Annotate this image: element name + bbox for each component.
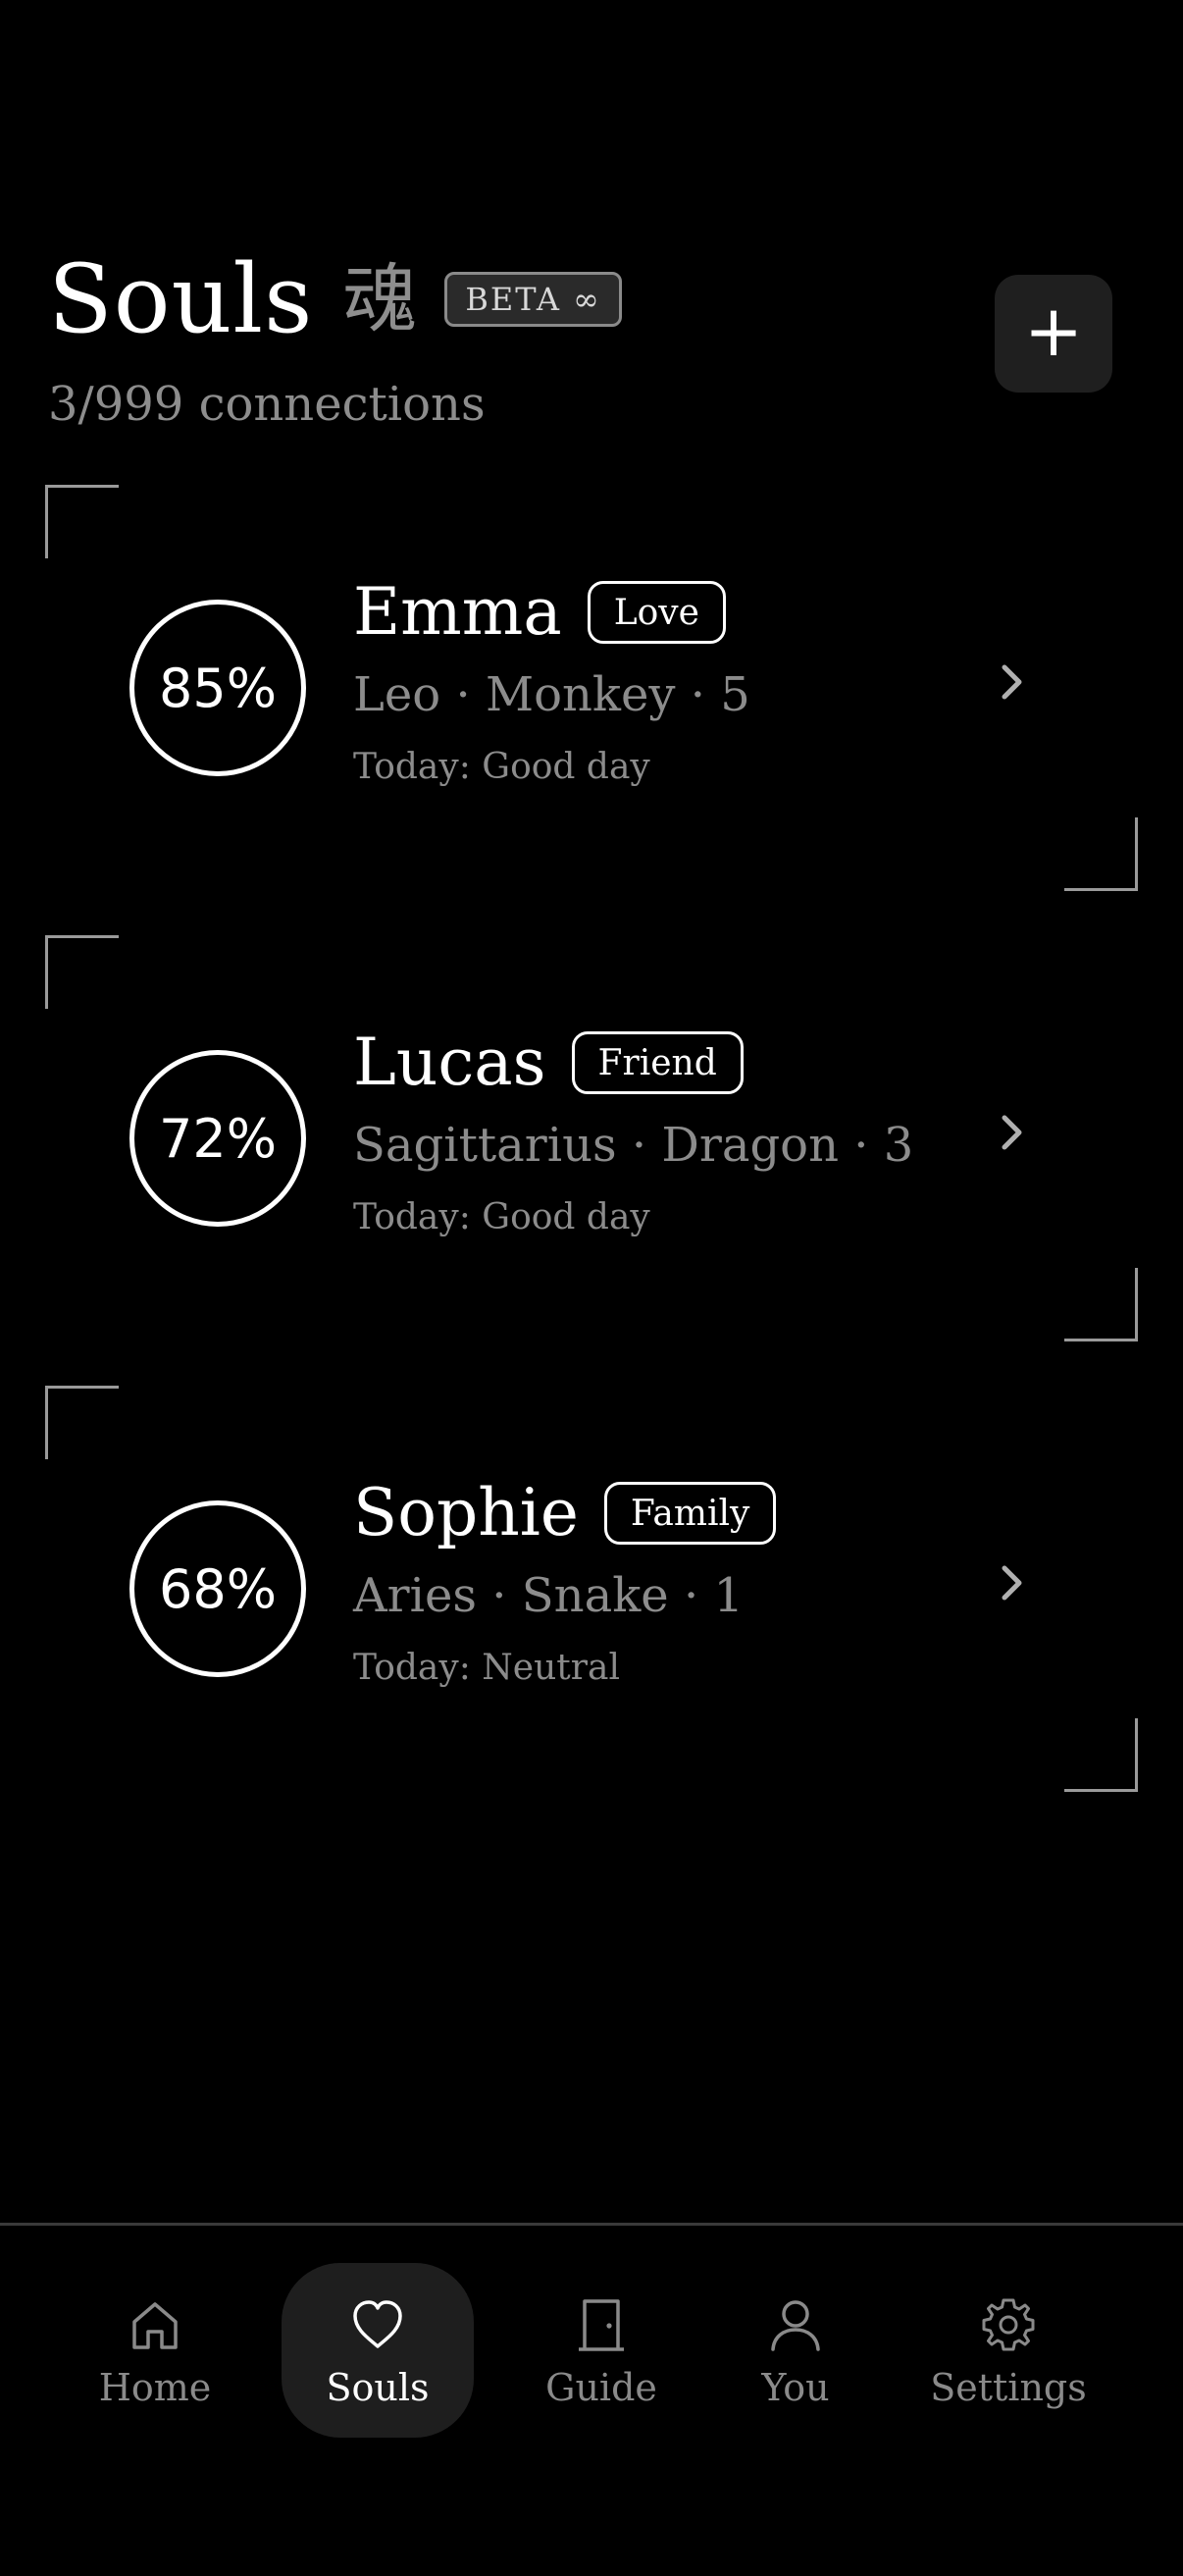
- tab-you[interactable]: You: [717, 2263, 874, 2438]
- corner-bracket-bottom-right: [1064, 817, 1138, 891]
- corner-bracket-top-left: [45, 1386, 119, 1459]
- tab-settings[interactable]: Settings: [920, 2263, 1097, 2438]
- title-row: Souls 魂 BETA ∞: [48, 245, 622, 353]
- tab-label: Guide: [545, 2366, 657, 2409]
- door-icon: [579, 2299, 624, 2351]
- corner-bracket-bottom-right: [1064, 1718, 1138, 1792]
- name-row: Lucas Friend: [353, 1024, 1040, 1102]
- beta-badge: BETA ∞: [444, 272, 622, 327]
- connection-name: Sophie: [353, 1475, 579, 1551]
- page-header: Souls 魂 BETA ∞ 3/999 connections: [48, 245, 1137, 451]
- compatibility-ring: 72%: [129, 1050, 306, 1227]
- relation-tag: Friend: [571, 1031, 744, 1094]
- user-icon: [771, 2300, 820, 2351]
- chevron-right-icon: [1002, 1565, 1022, 1601]
- connection-card[interactable]: 85% Emma Love Leo · Monkey · 5 Today: Go…: [45, 485, 1138, 891]
- compatibility-ring: 68%: [129, 1500, 306, 1677]
- name-row: Emma Love: [353, 573, 1040, 652]
- connection-info: Emma Love Leo · Monkey · 5 Today: Good d…: [353, 573, 1040, 788]
- connection-info: Sophie Family Aries · Snake · 1 Today: N…: [353, 1474, 1040, 1689]
- compatibility-score: 85%: [158, 657, 278, 719]
- bottom-tab-bar: Home Souls Guide You Settings: [0, 2223, 1183, 2576]
- add-connection-button[interactable]: +: [995, 275, 1112, 393]
- connection-signs: Aries · Snake · 1: [353, 1568, 744, 1623]
- tab-souls[interactable]: Souls: [282, 2263, 474, 2438]
- tab-label: Home: [98, 2366, 212, 2409]
- connection-info: Lucas Friend Sagittarius · Dragon · 3 To…: [353, 1024, 1040, 1238]
- tab-label: Souls: [326, 2366, 430, 2409]
- plus-icon: +: [1023, 289, 1084, 372]
- tab-label: Settings: [930, 2366, 1087, 2409]
- chevron-right-icon: [1002, 664, 1022, 700]
- corner-bracket-top-left: [45, 485, 119, 558]
- today-status: Today: Neutral: [353, 1647, 620, 1688]
- relation-tag: Love: [587, 581, 726, 644]
- connection-card[interactable]: 72% Lucas Friend Sagittarius · Dragon · …: [45, 935, 1138, 1341]
- connection-signs: Sagittarius · Dragon · 3: [353, 1118, 914, 1173]
- connection-card[interactable]: 68% Sophie Family Aries · Snake · 1 Toda…: [45, 1386, 1138, 1792]
- heart-icon: [353, 2300, 402, 2348]
- relation-tag: Family: [603, 1482, 777, 1545]
- page-title: Souls: [48, 244, 314, 354]
- chevron-right-icon: [1002, 1115, 1022, 1150]
- compatibility-score: 72%: [158, 1107, 278, 1170]
- corner-bracket-top-left: [45, 935, 119, 1009]
- connection-signs: Leo · Monkey · 5: [353, 667, 750, 722]
- compatibility-ring: 85%: [129, 600, 306, 776]
- tab-guide[interactable]: Guide: [523, 2263, 680, 2438]
- name-row: Sophie Family: [353, 1474, 1040, 1552]
- connection-name: Emma: [353, 574, 562, 650]
- corner-bracket-bottom-right: [1064, 1268, 1138, 1341]
- home-icon: [132, 2302, 178, 2349]
- title-kanji: 魂: [342, 255, 418, 342]
- connections-count: 3/999 connections: [48, 377, 486, 432]
- compatibility-score: 68%: [158, 1557, 278, 1620]
- tab-home[interactable]: Home: [77, 2263, 233, 2438]
- today-status: Today: Good day: [353, 1196, 650, 1237]
- today-status: Today: Good day: [353, 746, 650, 787]
- connection-name: Lucas: [353, 1025, 546, 1100]
- gear-icon: [982, 2298, 1035, 2351]
- tab-label: You: [761, 2366, 830, 2409]
